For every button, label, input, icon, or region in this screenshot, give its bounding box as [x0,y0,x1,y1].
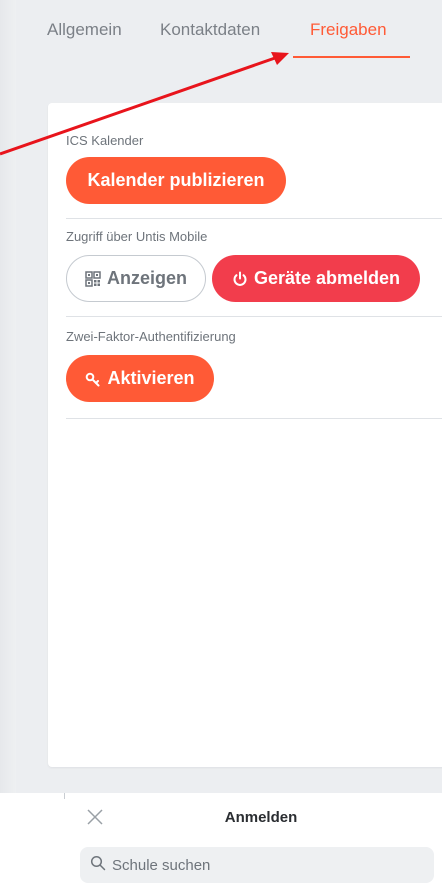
tab-freigaben[interactable]: Freigaben [310,20,387,40]
school-search-input[interactable]: Schule suchen [80,847,434,883]
divider [66,218,442,219]
divider [66,316,442,317]
login-sheet: Anmelden Schule suchen [0,793,442,890]
ics-section-label: ICS Kalender [66,133,144,148]
publish-calendar-label: Kalender publizieren [87,170,265,190]
tick-mark [64,793,65,799]
untis-section-label: Zugriff über Untis Mobile [66,229,208,244]
logout-devices-label: Geräte abmelden [253,268,401,288]
search-icon [90,855,106,876]
show-qr-button[interactable]: Anzeigen [66,255,206,302]
left-strip [0,0,16,793]
qr-code-icon [85,270,101,287]
search-placeholder: Schule suchen [112,856,211,874]
tab-kontaktdaten[interactable]: Kontaktdaten [160,20,260,40]
sheet-title: Anmelden [224,809,298,826]
tab-allgemein[interactable]: Allgemein [47,20,122,40]
divider [66,418,442,419]
settings-panel: Allgemein Kontaktdaten Freigaben ICS Kal… [0,0,442,793]
show-qr-label: Anzeigen [106,268,187,288]
activate-2fa-button[interactable]: Aktivieren [66,355,214,402]
power-icon [232,271,248,287]
logout-devices-button[interactable]: Geräte abmelden [212,255,420,302]
tab-bar: Allgemein Kontaktdaten Freigaben [0,0,442,70]
active-tab-indicator [293,56,410,58]
twofa-section-label: Zwei-Faktor-Authentifizierung [66,329,236,344]
freigaben-card: ICS Kalender Kalender publizieren Zugrif… [48,103,442,767]
publish-calendar-button[interactable]: Kalender publizieren [66,157,286,204]
key-icon [85,371,101,387]
activate-2fa-label: Aktivieren [107,368,195,388]
